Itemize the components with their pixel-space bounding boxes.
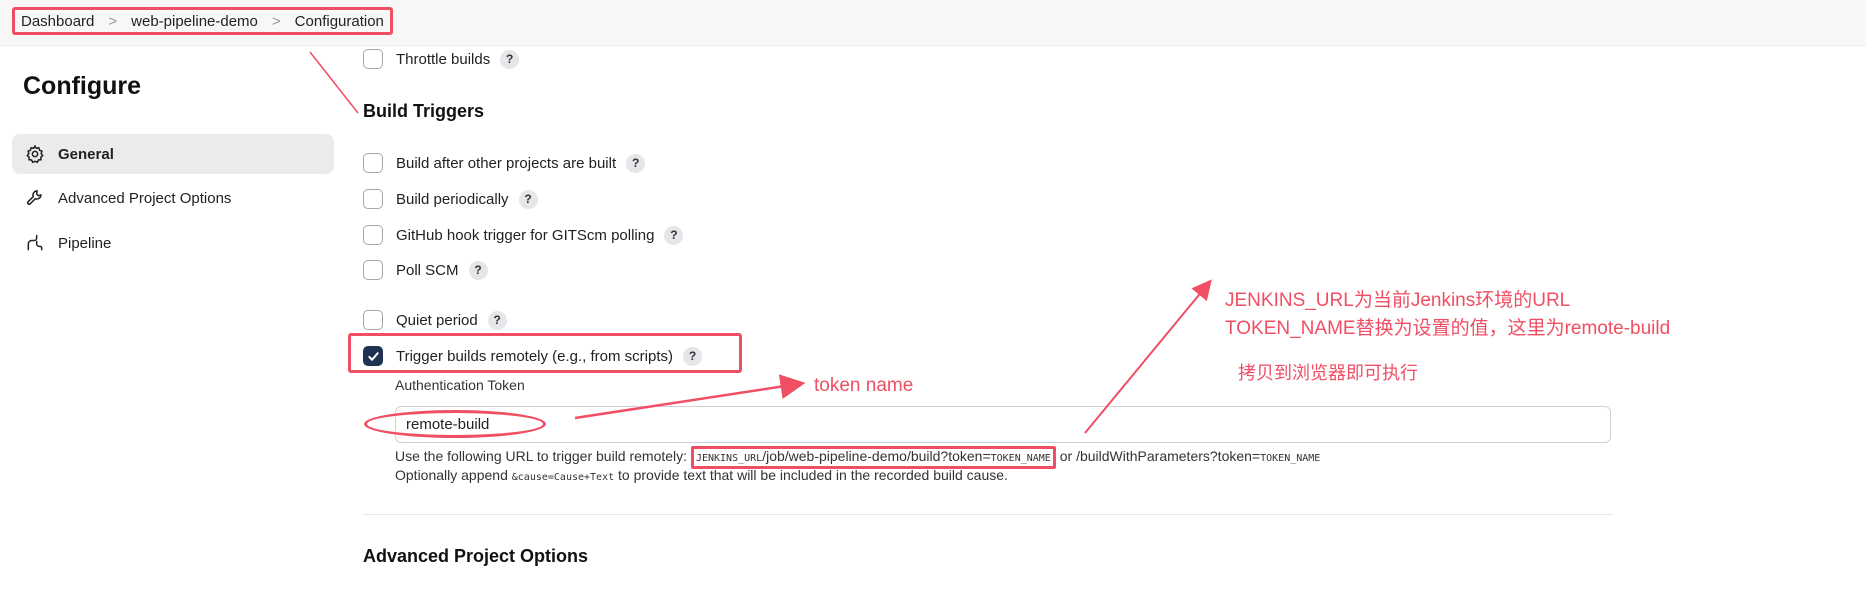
url-arrow — [1084, 279, 1212, 434]
annotation-token-name: token name — [814, 375, 914, 396]
annotation-jenkins-url: JENKINS_URL为当前Jenkins环境的URL — [1225, 290, 1571, 311]
annotation-token-name-replace: TOKEN_NAME替换为设置的值，这里为remote-build — [1225, 318, 1671, 339]
annotation-copy-to-browser: 拷贝到浏览器即可执行 — [1238, 363, 1418, 383]
breadcrumb-arrow — [309, 51, 359, 114]
token-name-arrow — [574, 374, 806, 420]
annotation-arrows — [309, 51, 1212, 434]
